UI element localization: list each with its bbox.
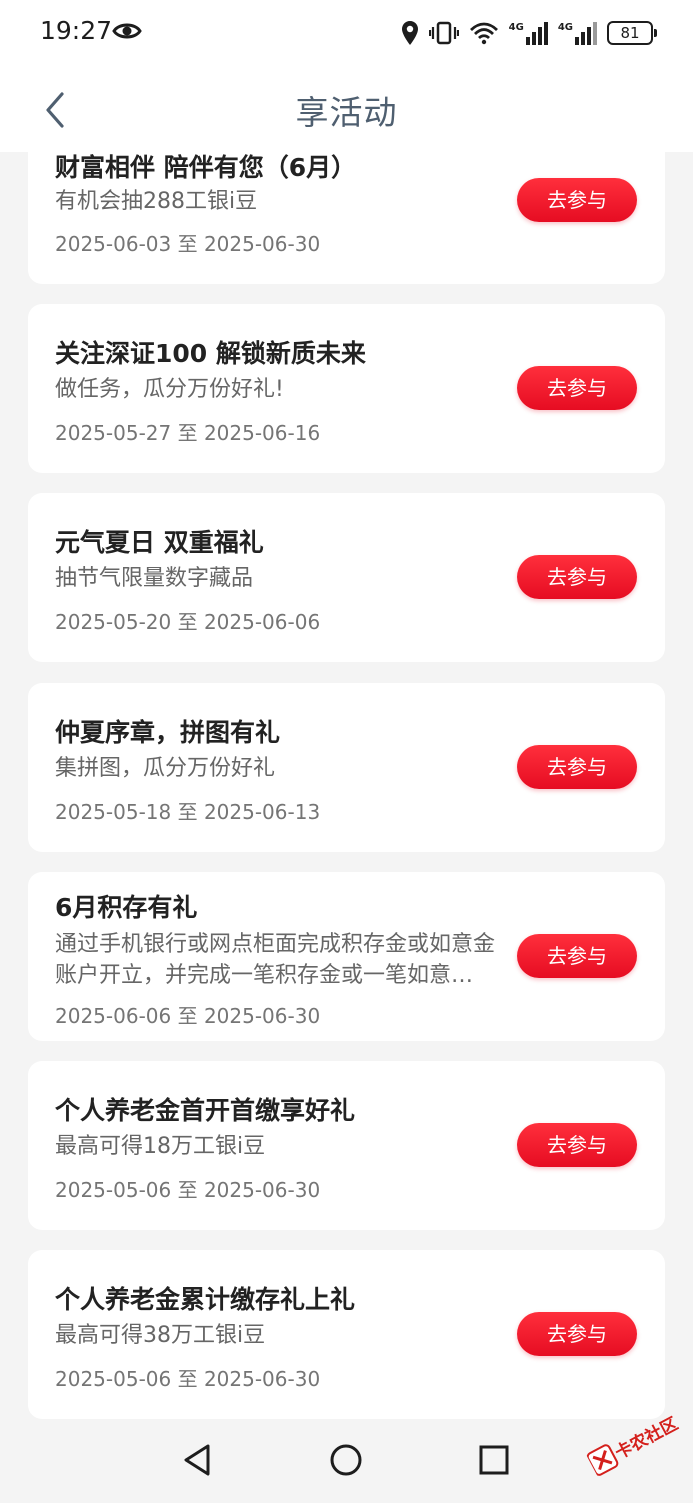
signal-icon-2: 4G [557, 21, 597, 45]
activity-card[interactable]: 仲夏序章，拼图有礼 集拼图，瓜分万份好礼 2025-05-18 至 2025-0… [28, 683, 665, 852]
recents-square-icon[interactable] [476, 1442, 512, 1478]
activity-card[interactable]: 个人养老金累计缴存礼上礼 最高可得38万工银i豆 2025-05-06 至 20… [28, 1250, 665, 1419]
top-bar: 19:27 4G 4G 81 享活动 [0, 0, 693, 152]
vibrate-icon [428, 21, 459, 45]
activity-date-range: 2025-05-18 至 2025-06-13 [55, 800, 321, 824]
join-button[interactable]: 去参与 [517, 1312, 637, 1356]
status-bar: 19:27 4G 4G 81 [0, 0, 693, 66]
activity-title: 仲夏序章，拼图有礼 [55, 718, 281, 747]
join-button[interactable]: 去参与 [517, 178, 637, 222]
activity-date-range: 2025-06-06 至 2025-06-30 [55, 1004, 321, 1028]
battery-indicator: 81 [607, 21, 657, 45]
activity-title: 个人养老金累计缴存礼上礼 [55, 1285, 356, 1314]
activity-title: 元气夏日 双重福礼 [55, 528, 264, 557]
activity-title: 个人养老金首开首缴享好礼 [55, 1096, 356, 1125]
activity-description: 通过手机银行或网点柜面完成积存金或如意金账户开立，并完成一笔积存金或一笔如意金购… [55, 932, 495, 988]
activity-description: 最高可得18万工银i豆 [55, 1134, 266, 1159]
activity-date-range: 2025-05-06 至 2025-06-30 [55, 1178, 321, 1202]
page-title: 享活动 [295, 93, 398, 132]
activity-description: 有机会抽288工银i豆 [55, 189, 258, 214]
activity-description: 抽节气限量数字藏品 [55, 566, 254, 591]
activity-date-range: 2025-06-03 至 2025-06-30 [55, 232, 321, 256]
status-time: 19:27 [40, 16, 113, 45]
activity-card[interactable]: 元气夏日 双重福礼 抽节气限量数字藏品 2025-05-20 至 2025-06… [28, 493, 665, 662]
home-circle-icon[interactable] [328, 1442, 364, 1478]
activity-description: 集拼图，瓜分万份好礼 [55, 756, 276, 781]
activity-date-range: 2025-05-06 至 2025-06-30 [55, 1367, 321, 1391]
join-button[interactable]: 去参与 [517, 555, 637, 599]
join-button[interactable]: 去参与 [517, 366, 637, 410]
back-triangle-icon[interactable] [180, 1442, 216, 1478]
wifi-icon [469, 22, 498, 45]
activity-card[interactable]: 关注深证100 解锁新质未来 做任务，瓜分万份好礼! 2025-05-27 至 … [28, 304, 665, 473]
activity-title: 6月积存有礼 [55, 893, 198, 922]
activity-card[interactable]: 6月积存有礼 通过手机银行或网点柜面完成积存金或如意金账户开立，并完成一笔积存金… [28, 872, 665, 1041]
join-button[interactable]: 去参与 [517, 745, 637, 789]
status-icons: 4G 4G 81 [401, 18, 657, 48]
activity-description: 最高可得38万工银i豆 [55, 1323, 266, 1348]
location-icon [401, 21, 418, 45]
signal-icon-1: 4G [508, 21, 548, 45]
activity-title: 关注深证100 解锁新质未来 [55, 339, 366, 368]
activity-date-range: 2025-05-27 至 2025-06-16 [55, 421, 321, 445]
join-button[interactable]: 去参与 [517, 1123, 637, 1167]
network-label-2: 4G [557, 21, 573, 33]
watermark-text: 卡农社区 [612, 1413, 682, 1463]
activity-date-range: 2025-05-20 至 2025-06-06 [55, 610, 321, 634]
network-label-1: 4G [508, 21, 524, 33]
join-button[interactable]: 去参与 [517, 934, 637, 978]
activity-card[interactable]: 个人养老金首开首缴享好礼 最高可得18万工银i豆 2025-05-06 至 20… [28, 1061, 665, 1230]
activity-description: 做任务，瓜分万份好礼! [55, 377, 284, 402]
activity-title: 财富相伴 陪伴有您（6月） [55, 153, 357, 182]
eye-icon [112, 23, 142, 39]
navigation-bar: 享活动 [0, 66, 693, 152]
